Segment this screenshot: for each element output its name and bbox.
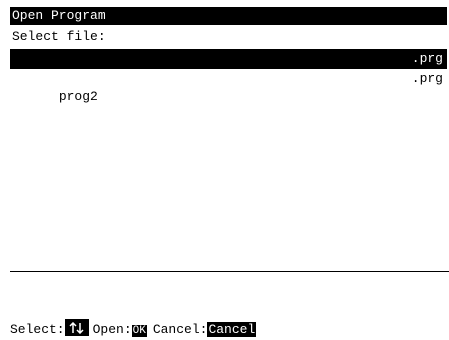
divider <box>10 271 449 272</box>
open-key-label: Open: <box>92 322 132 337</box>
file-item-main[interactable]: Main .prg <box>10 49 447 84</box>
file-name: prog2 <box>58 89 98 104</box>
select-file-prompt: Select file: <box>12 29 106 44</box>
ok-button[interactable]: OK <box>131 325 147 337</box>
dialog-title: Open Program <box>10 7 447 25</box>
file-item-prog2[interactable]: prog2 .prg <box>10 69 447 104</box>
file-list: Main .prg prog2 .prg <box>10 49 447 104</box>
cancel-key-label: Cancel: <box>152 322 208 337</box>
select-key-label: Select: <box>10 322 65 337</box>
file-extension: .prg <box>411 51 443 66</box>
up-down-arrows-icon[interactable] <box>64 319 89 336</box>
softkey-bar: Select: Open:OK Cancel:Cancel <box>10 319 257 337</box>
file-extension: .prg <box>411 71 443 86</box>
cancel-button[interactable]: Cancel <box>207 322 257 337</box>
open-program-screen: Open Program Select file: Main .prg prog… <box>0 0 449 340</box>
